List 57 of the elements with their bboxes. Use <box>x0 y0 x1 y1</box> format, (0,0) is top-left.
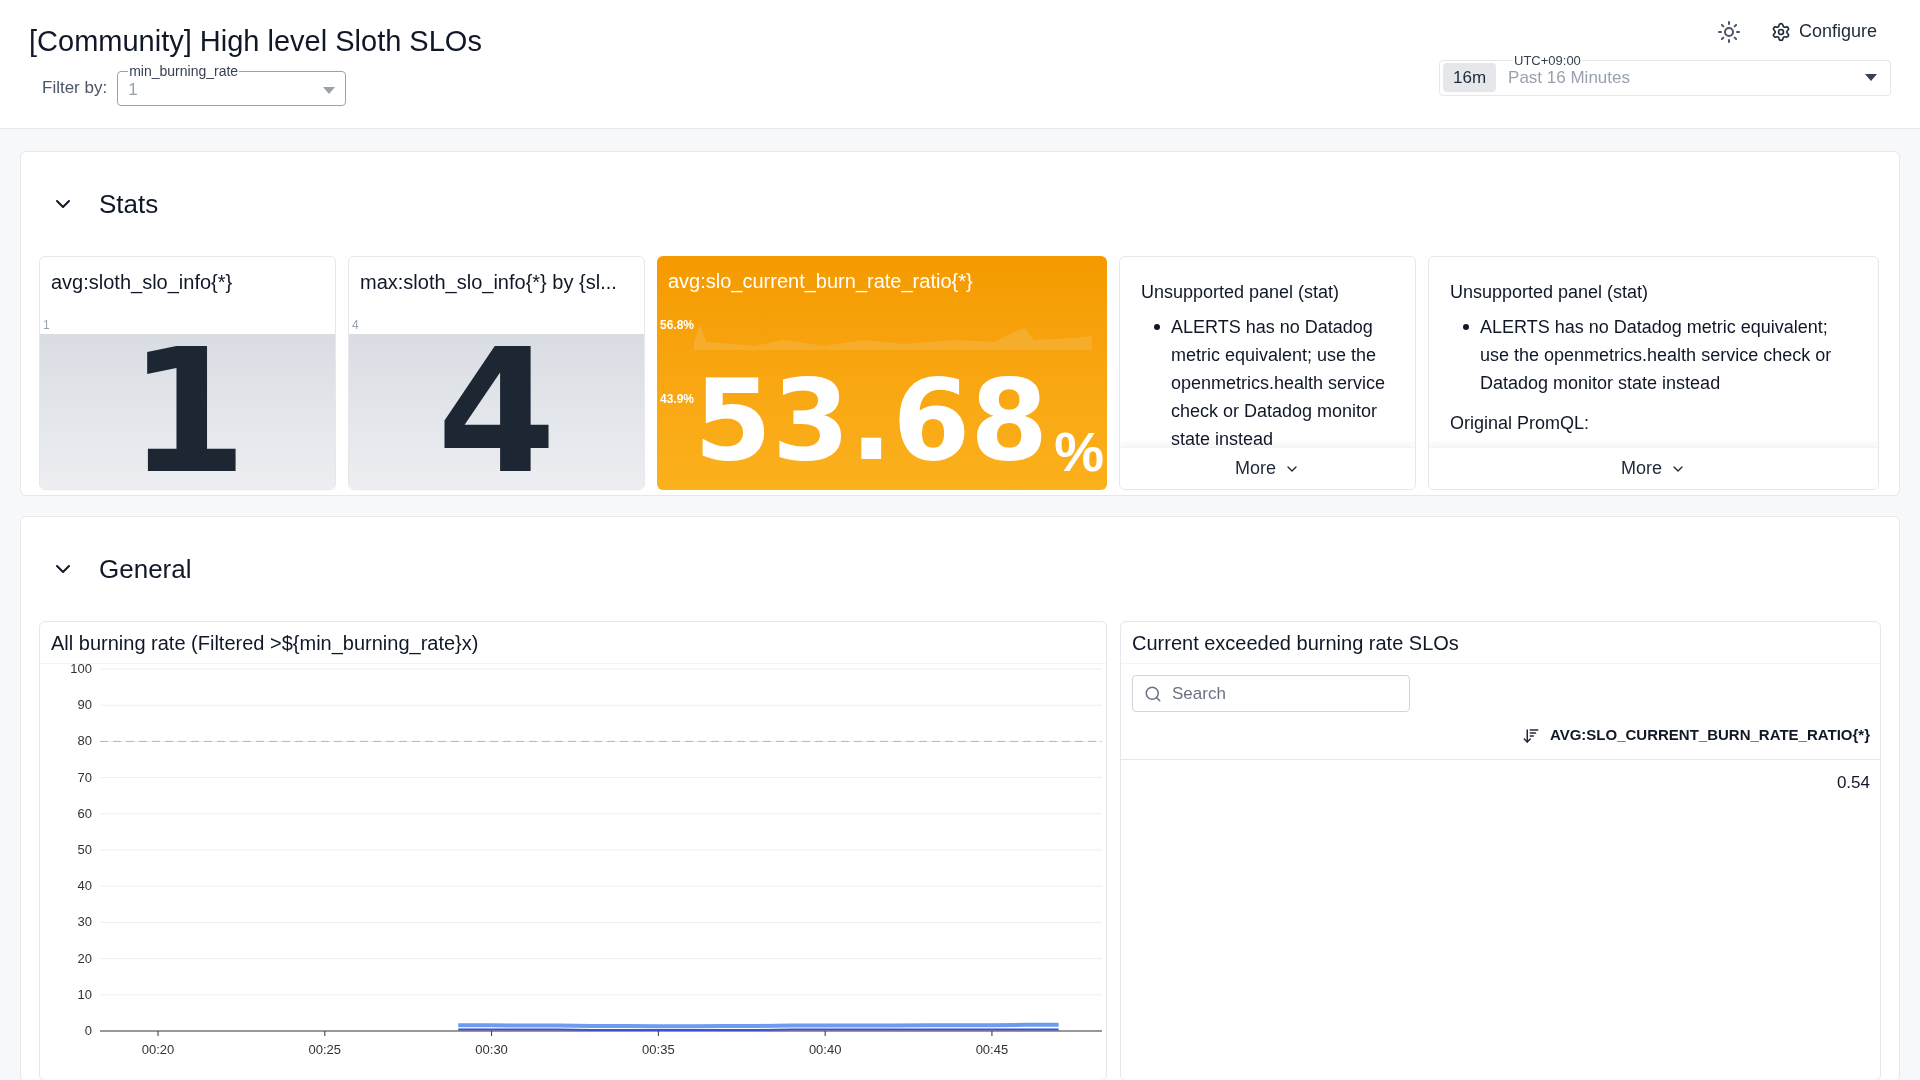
search-icon <box>1144 684 1162 703</box>
y-tick-label: 70 <box>77 769 92 785</box>
axis-label: 1 <box>43 318 50 332</box>
group-header[interactable]: Stats <box>39 152 159 256</box>
search-field[interactable]: Search <box>1132 675 1410 712</box>
widget-title: Unsupported panel (stat) <box>1141 281 1341 304</box>
settings-icon <box>1770 21 1791 42</box>
y-tick-label: 30 <box>77 914 92 930</box>
dashboard-title: [Community] High level Sloth SLOs <box>29 24 482 59</box>
widget-title: All burning rate (Filtered >${min_burning_rate}x) <box>40 622 1106 664</box>
group-header[interactable]: General <box>39 517 192 621</box>
x-tick-label: 00:30 <box>475 1042 508 1057</box>
more-button[interactable]: More <box>1429 447 1878 489</box>
caret-icon <box>1865 73 1877 81</box>
stat-value: 4 <box>436 325 557 489</box>
message-text: ALERTS has no Datadog metric equivalent; use the openmetrics.health service check or Datadog monitor state instead <box>1171 316 1387 447</box>
x-tick-label: 00:35 <box>642 1042 675 1057</box>
stat-value: 53.68 <box>694 364 1049 476</box>
message-text: Original PromQL: <box>1450 412 1591 435</box>
widget-title: max:sloth_slo_info{*} by {sl... <box>359 270 618 296</box>
time-badge: 16m <box>1443 62 1497 92</box>
x-tick-label: 00:40 <box>808 1042 842 1057</box>
widget-title: Current exceeded burning rate SLOs <box>1121 622 1880 664</box>
widget-title: Unsupported panel (stat) <box>1450 281 1650 304</box>
configure-button[interactable]: Configure <box>1770 18 1877 45</box>
theme-toggle-icon[interactable] <box>1716 19 1741 44</box>
filter-label: Filter by: <box>42 76 108 99</box>
stat-value: 1 <box>127 325 248 489</box>
field-value: 1 <box>128 79 138 102</box>
axis-label: 56.8% <box>660 317 695 334</box>
y-tick-label: 60 <box>77 805 92 821</box>
message-text: ALERTS has no Datadog metric equivalent; use the openmetrics.health service check or Datadog monitor state instead <box>1480 316 1833 395</box>
axis-label: 4 <box>352 318 359 332</box>
stat-unit: % <box>1054 424 1105 480</box>
bullet-icon <box>1463 324 1469 330</box>
bullet-icon <box>1154 324 1160 330</box>
y-tick-label: 40 <box>77 878 92 894</box>
y-tick-label: 0 <box>84 1023 92 1038</box>
y-tick-label: 20 <box>77 950 92 966</box>
y-tick-label: 50 <box>77 842 92 857</box>
search-input[interactable]: Search <box>1172 680 1392 707</box>
table-cell-text: 0.54 <box>1836 772 1870 795</box>
widget-title: avg:slo_current_burn_rate_ratio{*} <box>667 269 974 295</box>
column-header[interactable]: AVG:SLO_CURRENT_BURN_RATE_RATIO{*} <box>1549 724 1870 747</box>
y-tick-label: 10 <box>77 986 92 1002</box>
y-tick-label: 90 <box>77 697 92 713</box>
axis-label: 43.9% <box>660 391 695 408</box>
widget-title: avg:sloth_slo_info{*} <box>50 270 234 296</box>
caret-icon <box>323 86 336 94</box>
field-label: min_burning_rate <box>128 61 240 81</box>
x-tick-label: 00:20 <box>141 1042 175 1057</box>
y-tick-label: 100 <box>70 664 92 676</box>
y-tick-label: 80 <box>77 733 92 749</box>
x-tick-label: 00:45 <box>975 1042 1009 1057</box>
more-button[interactable]: More <box>1120 447 1415 489</box>
sort-icon[interactable] <box>1521 726 1540 745</box>
x-tick-label: 00:25 <box>308 1042 342 1057</box>
